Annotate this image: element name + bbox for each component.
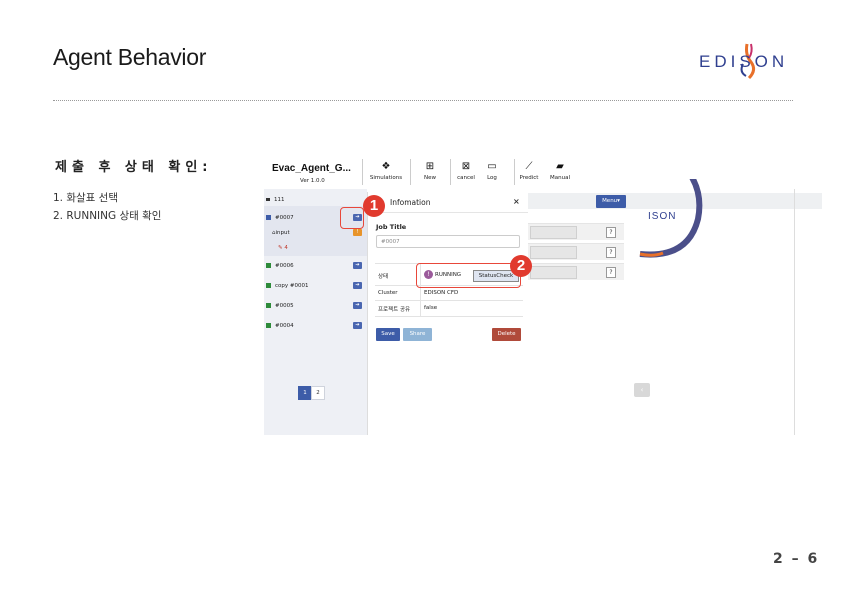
svg-text:ISON: ISON [648,211,676,222]
job-copy-0001-arrow-button[interactable]: ➔ [353,282,362,289]
job-0006-arrow-button[interactable]: ➔ [353,262,362,269]
save-button[interactable]: Save [376,328,400,341]
help-icon[interactable]: ? [606,267,616,278]
collapse-arrow-icon[interactable]: ‹ [634,383,650,397]
highlight-status [416,263,521,288]
menu-button[interactable]: Menu▾ [596,195,626,208]
annotation-badge-2: 2 [510,255,532,277]
toolbar-manual[interactable]: ▰ Manual [540,161,580,181]
tree-job-0005[interactable]: #0005 [266,303,294,309]
app-name: Evac_Agent_G... [272,163,351,174]
close-icon[interactable]: × [513,197,520,206]
step-list: 1. 화살표 선택 2. RUNNING 상태 확인 [53,189,161,225]
tree-job-0004[interactable]: #0004 [266,323,294,329]
job-icon [266,215,271,220]
share-button[interactable]: Share [403,328,432,341]
edison-logo: EDISON [699,40,799,80]
param-row-3: ? [528,263,624,280]
toolbar-log[interactable]: ▭ Log [472,161,512,181]
tree-job-copy-0001[interactable]: copy #0001 [266,283,309,289]
header-divider [53,100,793,101]
delete-button[interactable]: Delete [492,328,521,341]
help-icon[interactable]: ? [606,247,616,258]
pager: 12 [298,379,325,400]
job-icon [266,323,271,328]
app-toolbar: Evac_Agent_G... Ver 1.0.0 ❖ Simulations … [264,155,822,189]
param-row-2: ? [528,243,624,260]
tree-job-0007[interactable]: #0007 [266,215,294,221]
param-row-1: ? [528,223,624,240]
share-row: 프로젝트 공유 false [375,300,523,317]
simulations-icon: ❖ [381,161,391,172]
page-1-button[interactable]: 1 [298,386,312,400]
information-modal: Infomation × Job Title #0007 상태 ! RUNNING… [367,192,530,435]
toolbar-new[interactable]: ⊞ New [410,161,450,181]
job-icon [266,303,271,308]
page-number: 2 – 6 [773,551,820,567]
input-badge: ! [353,229,362,236]
job-0005-arrow-button[interactable]: ➔ [353,302,362,309]
log-icon: ▭ [487,161,497,172]
page-2-button[interactable]: 2 [311,386,325,400]
share-key: 프로젝트 공유 [378,307,411,313]
job-0004-arrow-button[interactable]: ➔ [353,322,362,329]
help-icon[interactable]: ? [606,227,616,238]
job-icon [266,283,271,288]
job-title-input[interactable]: #0007 [376,235,520,248]
cluster-value: EDISON CFD [424,290,459,296]
job-icon [266,263,271,268]
right-panel: Menu▾ ? ? ? ISON ‹ [528,179,822,435]
share-value: false [424,305,438,311]
tree-job-0006[interactable]: #0006 [266,263,294,269]
annotation-badge-1: 1 [363,195,385,217]
modal-title: Infomation [390,198,431,207]
step-2: 2. RUNNING 상태 확인 [53,210,162,222]
app-screenshot: Evac_Agent_G... Ver 1.0.0 ❖ Simulations … [264,155,822,435]
highlight-arrow-button [340,207,364,229]
status-key: 상태 [378,274,389,280]
job-title-label: Job Title [376,223,407,231]
section-title: 제출 후 상태 확인: [55,160,213,175]
tree-result[interactable]: ✎ 4 [278,245,288,251]
tree-input[interactable]: ⌂input [272,230,290,236]
new-icon: ⊞ [425,161,435,172]
edison-circle-logo-icon: ISON [639,179,703,258]
page-title: Agent Behavior [53,44,207,70]
toolbar-simulations[interactable]: ❖ Simulations [366,161,406,181]
tree-root[interactable]: 111 [266,197,285,203]
step-1: 1. 화살표 선택 [53,192,118,204]
app-version: Ver 1.0.0 [300,178,325,184]
logo-text: EDISON [699,52,789,71]
manual-icon: ▰ [556,161,564,172]
folder-icon [266,198,270,201]
cluster-key: Cluster [378,290,398,296]
